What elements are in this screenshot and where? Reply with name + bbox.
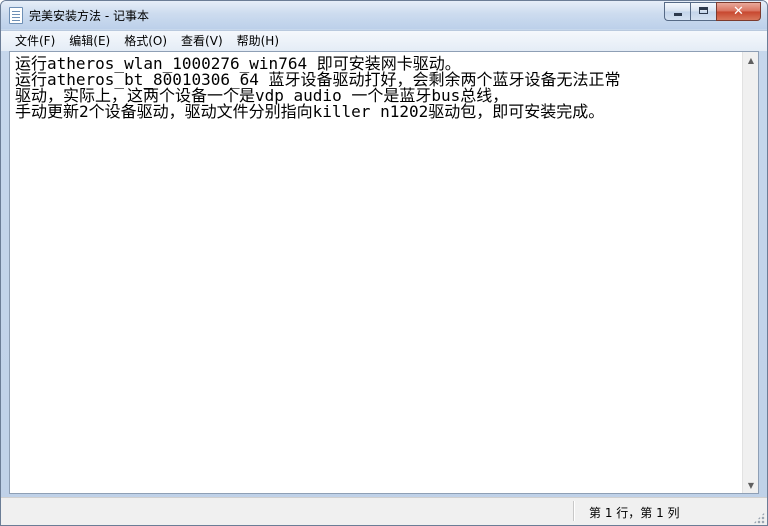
window-title: 完美安装方法 - 记事本 bbox=[29, 9, 149, 23]
minimize-icon bbox=[674, 13, 682, 16]
menu-help[interactable]: 帮助(H) bbox=[231, 32, 285, 50]
vertical-scrollbar[interactable]: ▲ ▼ bbox=[742, 52, 758, 493]
menu-file[interactable]: 文件(F) bbox=[9, 32, 61, 50]
arrow-down-icon[interactable]: ▼ bbox=[743, 477, 759, 493]
close-button[interactable]: ✕ bbox=[716, 2, 761, 21]
window-controls: ✕ bbox=[664, 2, 761, 21]
editor-frame: 运行atheros_wlan_1000276_win764 即可安装网卡驱动。 … bbox=[9, 51, 759, 494]
resize-grip-icon[interactable] bbox=[753, 512, 765, 524]
maximize-button[interactable] bbox=[690, 2, 716, 21]
menu-view[interactable]: 查看(V) bbox=[175, 32, 229, 50]
menu-bar: 文件(F) 编辑(E) 格式(O) 查看(V) 帮助(H) bbox=[1, 30, 767, 51]
close-icon: ✕ bbox=[733, 4, 744, 19]
cursor-position: 第 1 行，第 1 列 bbox=[589, 506, 680, 520]
text-editor[interactable]: 运行atheros_wlan_1000276_win764 即可安装网卡驱动。 … bbox=[10, 52, 742, 493]
notepad-icon[interactable] bbox=[9, 7, 23, 24]
status-bar: 第 1 行，第 1 列 bbox=[1, 497, 767, 525]
notepad-window: 完美安装方法 - 记事本 ✕ 文件(F) 编辑(E) 格式(O) 查看(V) 帮… bbox=[0, 0, 768, 526]
arrow-up-icon[interactable]: ▲ bbox=[743, 52, 759, 68]
minimize-button[interactable] bbox=[664, 2, 690, 21]
title-bar[interactable]: 完美安装方法 - 记事本 ✕ bbox=[1, 1, 767, 29]
text-line-4: 手动更新2个设备驱动，驱动文件分别指向killer n1202驱动包，即可安装完… bbox=[15, 102, 605, 121]
maximize-icon bbox=[699, 7, 708, 14]
menu-edit[interactable]: 编辑(E) bbox=[63, 32, 116, 50]
menu-format[interactable]: 格式(O) bbox=[118, 32, 173, 50]
status-divider bbox=[573, 501, 574, 521]
